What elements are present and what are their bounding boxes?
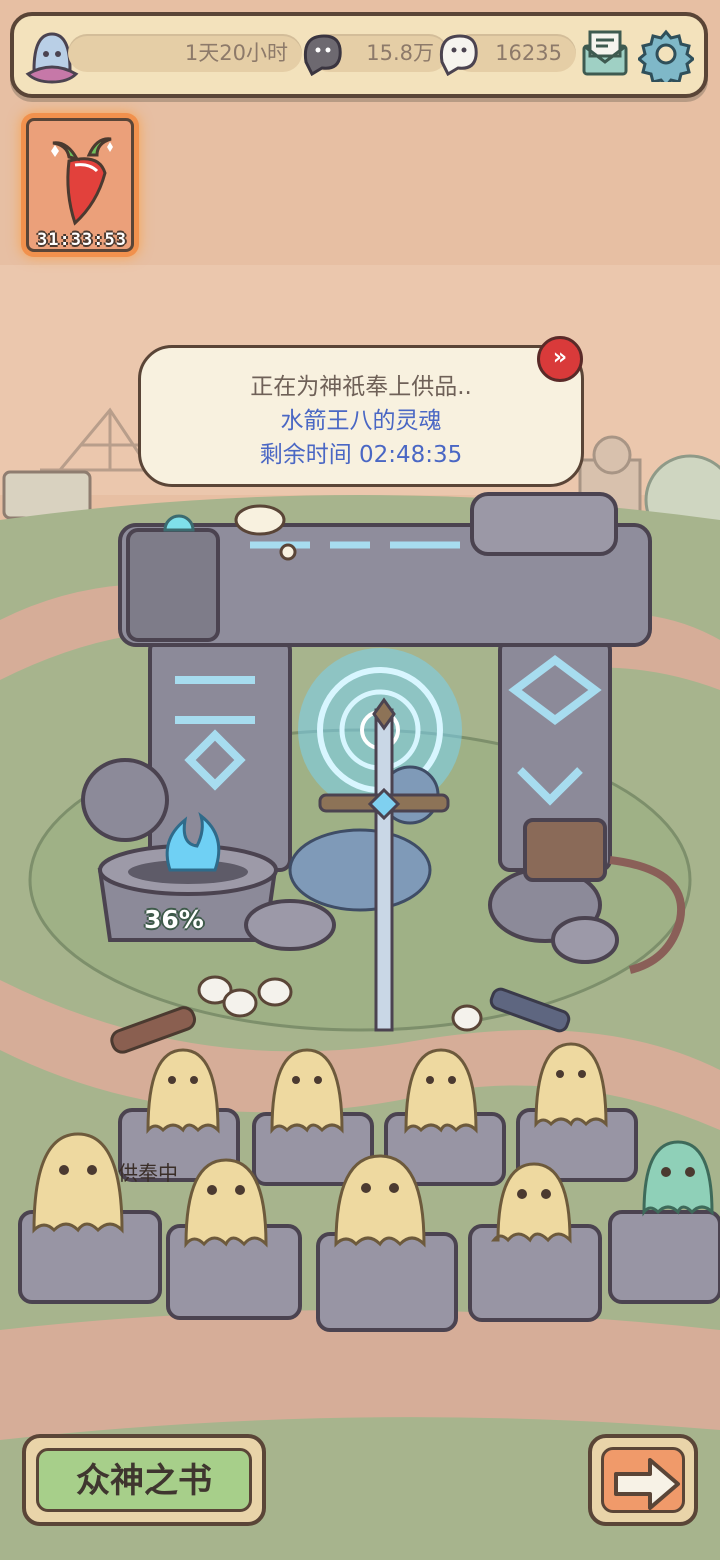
worshipping-status: 供奉中 [118,1161,178,1185]
offering-status-bubble: 正在为神祇奉上供品.. 水箭王八的灵魂 剩余时间 02:48:35 [138,345,584,487]
offering-remaining-time: 剩余时间 02:48:35 [259,442,463,468]
settings-gear-icon[interactable] [638,26,694,82]
brazier-progress: 36% [144,905,204,934]
fast-forward-button[interactable]: » [537,336,583,382]
next-area-button[interactable] [588,1434,698,1526]
offering-item-name: 水箭王八的灵魂 [280,408,442,434]
white-soul-icon [439,34,478,76]
offering-status-text: 正在为神祇奉上供品.. [250,374,472,400]
dark-soul-icon [303,34,342,76]
book-of-gods-label: 众神之书 [36,1448,252,1512]
event-countdown: 1天20小时 [68,34,302,72]
mail-icon[interactable] [576,26,632,80]
next-button-face [601,1447,685,1513]
fast-forward-icon: » [552,345,568,370]
top-resource-bar: 1天20小时 15.8万 16235 [10,12,708,98]
book-of-gods-button[interactable]: 众神之书 [22,1434,266,1526]
event-card-timer: 31:33:53 [37,230,127,250]
arrow-right-icon [614,1458,680,1510]
